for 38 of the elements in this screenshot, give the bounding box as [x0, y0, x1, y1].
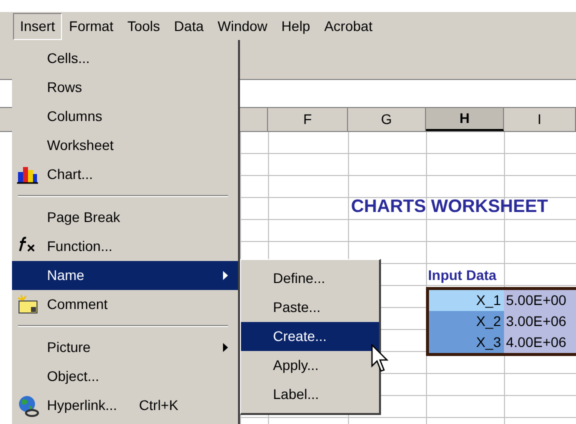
menu-item[interactable]: Comment [12, 290, 238, 319]
menu-item[interactable]: Columns [12, 102, 238, 131]
menu-item[interactable]: Page Break [12, 203, 238, 232]
menu-item[interactable]: Object... [12, 362, 238, 391]
table-cell[interactable]: 5.00E+00 [504, 290, 576, 311]
menu-item[interactable]: Function... [12, 232, 238, 261]
shortcut-label: Ctrl+K [139, 396, 178, 415]
menu-item[interactable]: Window [210, 12, 274, 40]
table-cell[interactable]: X_1 [429, 290, 504, 311]
note-icon [17, 294, 39, 314]
menu-item[interactable]: Format [62, 12, 120, 40]
sheet-title: CHARTS WORKSHEET [351, 195, 548, 218]
menu-item[interactable]: Data [167, 12, 211, 40]
globe-icon [17, 395, 39, 417]
table-cell[interactable]: X_3 [429, 332, 504, 353]
menu-item[interactable]: Name [12, 261, 238, 290]
column-header[interactable]: I [504, 108, 576, 131]
menu-item[interactable]: Rows [12, 73, 238, 102]
table-cell[interactable]: 4.00E+06 [504, 332, 576, 353]
menu-item[interactable]: Create... [241, 322, 379, 351]
bar-chart-icon [17, 164, 39, 184]
menu-item[interactable]: Chart... [12, 160, 238, 189]
menu-item[interactable]: Tools [120, 12, 168, 40]
menu-item[interactable]: Picture [12, 333, 238, 362]
function-icon [17, 236, 37, 252]
menu-item[interactable]: Paste... [241, 293, 379, 322]
section-label: Input Data [428, 266, 496, 285]
table-cell[interactable]: X_2 [429, 311, 504, 332]
menu-item[interactable]: Hyperlink... Ctrl+K [12, 391, 238, 420]
menu-item[interactable]: Define... [241, 264, 379, 293]
menu-item[interactable]: Insert [13, 12, 62, 40]
menu-item[interactable]: Help [274, 12, 318, 40]
menu-item[interactable]: Label... [241, 380, 379, 409]
table-cell[interactable]: 3.00E+06 [504, 311, 576, 332]
menu-item[interactable]: Worksheet [12, 131, 238, 160]
menu-item[interactable]: Acrobat [317, 12, 380, 40]
column-header[interactable]: F [268, 108, 348, 131]
column-header[interactable]: H [426, 108, 504, 131]
